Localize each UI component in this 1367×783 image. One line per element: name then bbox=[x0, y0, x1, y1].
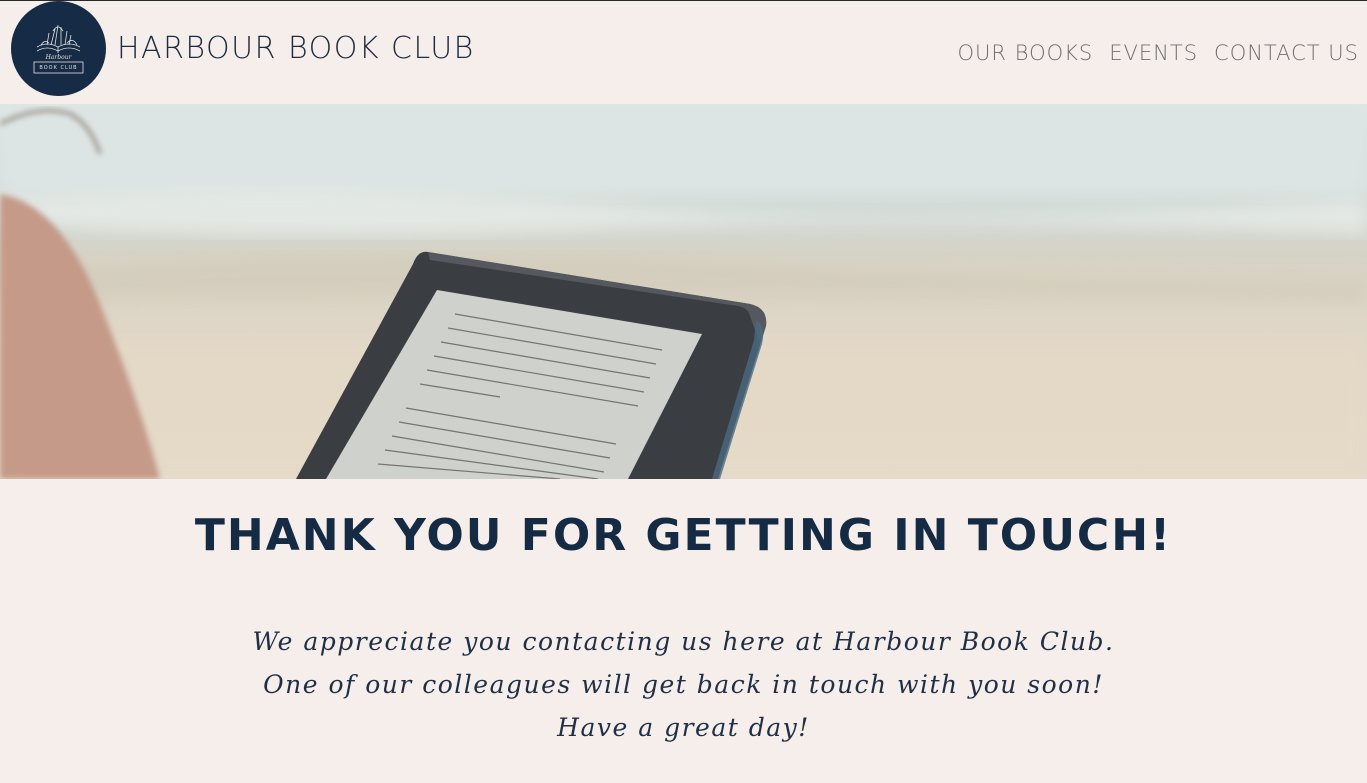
message-line: We appreciate you contacting us here at … bbox=[252, 627, 1115, 656]
logo-tag-text: BOOK CLUB bbox=[39, 65, 78, 71]
page-title: THANK YOU FOR GETTING IN TOUCH! bbox=[194, 510, 1173, 561]
nav-events[interactable]: EVENTS bbox=[1109, 39, 1198, 67]
hero-image bbox=[0, 104, 1367, 479]
open-book-icon: Harbour bbox=[33, 24, 84, 74]
site-logo[interactable]: Harbour BOOK CLUB bbox=[11, 1, 106, 96]
nav-contact-us[interactable]: CONTACT US bbox=[1214, 39, 1359, 67]
message-line: Have a great day! bbox=[557, 713, 810, 742]
nav-our-books[interactable]: OUR BOOKS bbox=[958, 39, 1094, 67]
ereader-beach-photo-icon bbox=[0, 104, 1367, 479]
main-nav: OUR BOOKS EVENTS CONTACT US bbox=[958, 39, 1359, 67]
thank-you-message: We appreciate you contacting us here at … bbox=[0, 620, 1367, 749]
message-line: One of our colleagues will get back in t… bbox=[263, 670, 1104, 699]
logo-script-text: Harbour bbox=[45, 54, 73, 61]
site-header: Harbour BOOK CLUB HARBOUR BOOK CLUB OUR … bbox=[0, 1, 1367, 104]
site-title[interactable]: HARBOUR BOOK CLUB bbox=[117, 29, 475, 69]
